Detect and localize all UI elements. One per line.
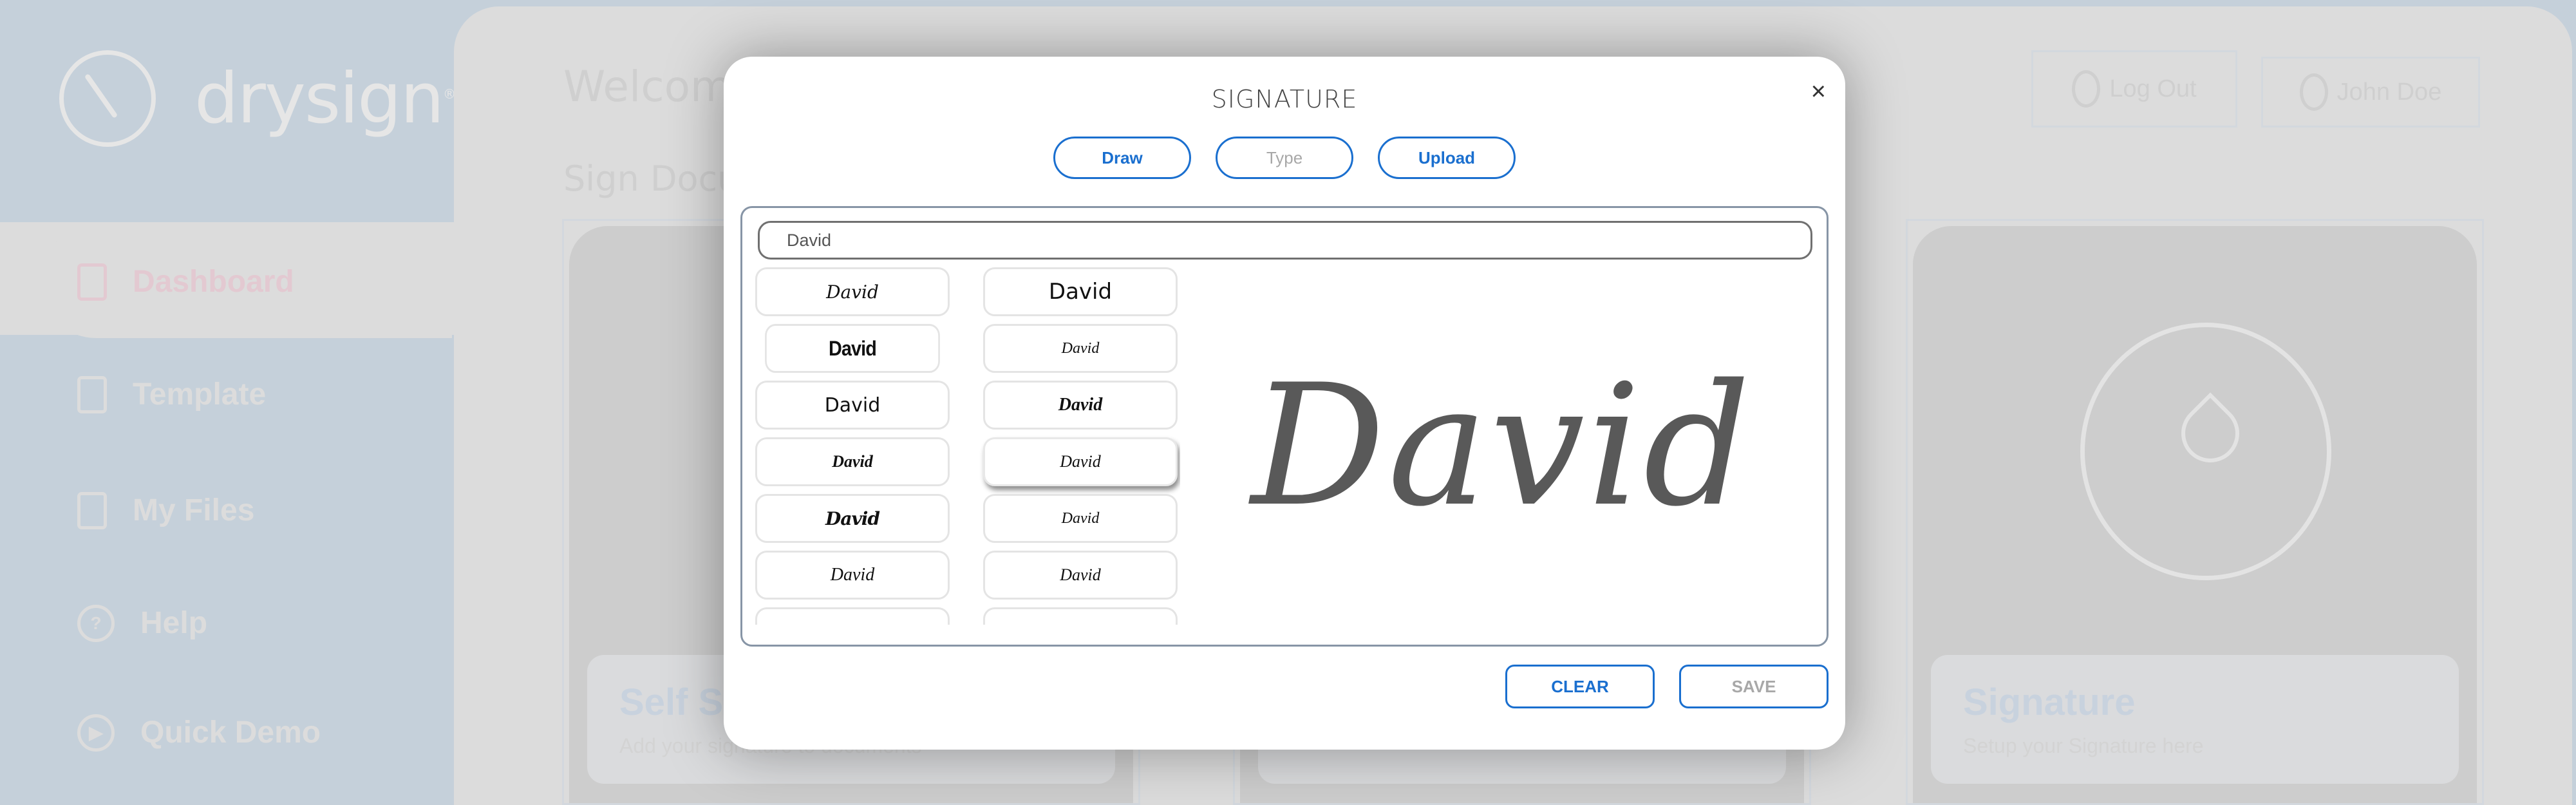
font-option[interactable]: David — [755, 494, 950, 543]
signature-preview: David — [1193, 267, 1811, 625]
font-option[interactable]: David — [983, 607, 1178, 625]
type-signature-panel: David David David David David David Davi… — [740, 206, 1829, 647]
font-option[interactable]: David — [755, 267, 950, 316]
font-option[interactable]: David — [983, 267, 1178, 316]
font-style-list[interactable]: David David David David David David Davi… — [755, 267, 1180, 625]
signature-modal: SIGNATURE × Draw Type Upload David David… — [724, 57, 1845, 750]
clear-button[interactable]: CLEAR — [1505, 665, 1655, 708]
font-option[interactable]: David — [983, 324, 1178, 373]
font-option-selected[interactable]: David — [983, 437, 1178, 486]
signature-preview-text: David — [1251, 348, 1753, 544]
font-option[interactable]: David — [755, 381, 950, 430]
font-option[interactable]: David — [983, 381, 1178, 430]
signature-name-input[interactable] — [758, 221, 1812, 260]
close-icon[interactable]: × — [1811, 77, 1826, 106]
font-style-grid: David David David David David David Davi… — [755, 267, 1180, 625]
font-option[interactable]: David — [755, 607, 950, 625]
save-button[interactable]: SAVE — [1679, 665, 1829, 708]
tab-upload[interactable]: Upload — [1378, 137, 1516, 179]
font-option[interactable]: David — [983, 494, 1178, 543]
font-option[interactable]: David — [765, 324, 940, 373]
font-option[interactable]: David — [983, 551, 1178, 600]
tab-draw[interactable]: Draw — [1053, 137, 1191, 179]
tab-type[interactable]: Type — [1216, 137, 1353, 179]
font-option[interactable]: David — [755, 437, 950, 486]
font-option[interactable]: David — [755, 551, 950, 600]
signature-mode-tabs: Draw Type Upload — [724, 137, 1845, 179]
modal-title: SIGNATURE — [1211, 85, 1358, 113]
